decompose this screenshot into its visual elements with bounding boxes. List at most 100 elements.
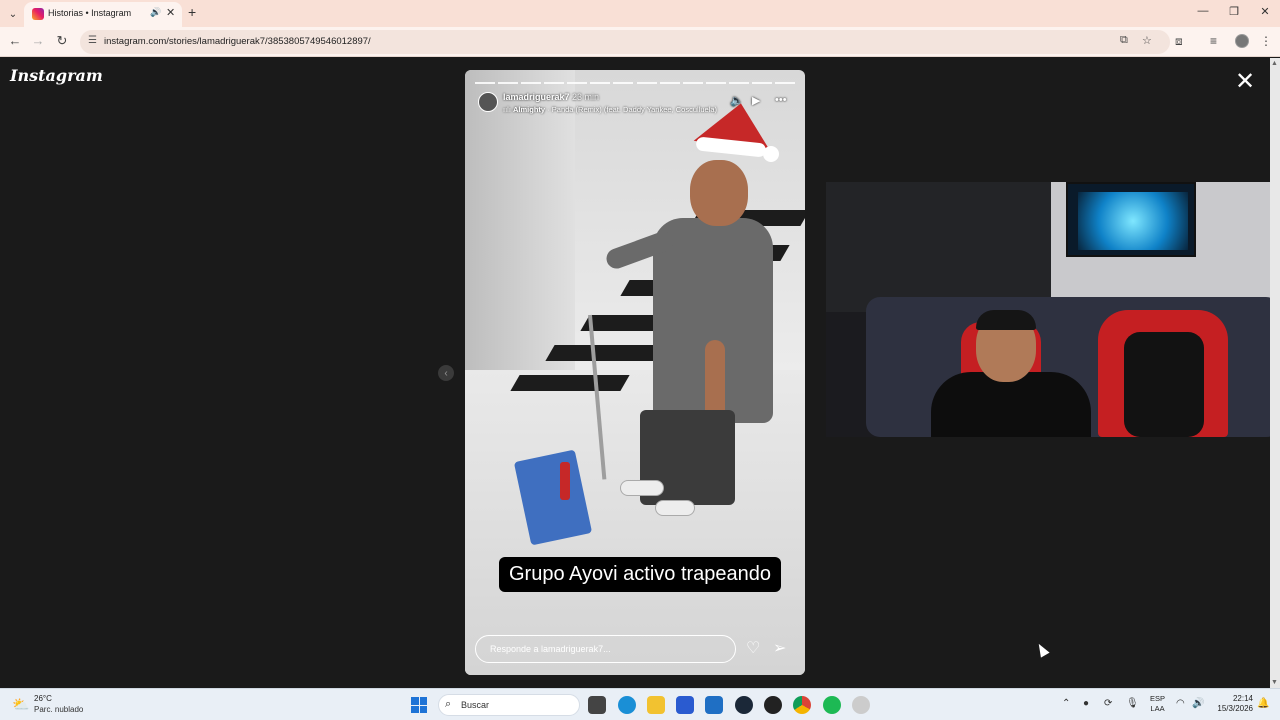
story-username[interactable]: lamadriguerak7 bbox=[503, 92, 570, 102]
music-track: · Panda (Remix) (feat. Daddy Yankee, Cos… bbox=[547, 105, 718, 114]
lang-code: ESP bbox=[1150, 694, 1166, 703]
speaker-icon[interactable]: 🔊 bbox=[150, 7, 161, 18]
bookmark-star-icon[interactable]: ☆ bbox=[1142, 34, 1152, 47]
clock-date: 15/3/2026 bbox=[1217, 704, 1253, 713]
story-progress-segment bbox=[590, 82, 611, 84]
system-clock[interactable]: 22:14 15/3/2026 bbox=[1213, 694, 1253, 714]
outlook-icon[interactable] bbox=[705, 696, 723, 714]
microphone-icon[interactable]: 🎙 bbox=[1126, 698, 1139, 709]
install-app-icon[interactable]: ⧉ bbox=[1120, 34, 1128, 47]
story-progress-segment bbox=[544, 82, 565, 84]
scroll-down-icon[interactable]: ▼ bbox=[1271, 679, 1278, 686]
story-progress-segment bbox=[567, 82, 588, 84]
story-progress-segment bbox=[498, 82, 519, 84]
heart-icon[interactable]: ♡ bbox=[746, 638, 760, 658]
edge-icon[interactable] bbox=[618, 696, 636, 714]
webcam-overlay bbox=[826, 182, 1280, 437]
tray-app-icon[interactable]: ● bbox=[1083, 698, 1089, 709]
chrome-icon[interactable] bbox=[793, 696, 811, 714]
story-progress-segment bbox=[705, 82, 726, 84]
tab-strip: ⌄ Historias • Instagram 🔊 ✕ + — ❐ ✕ bbox=[0, 0, 1280, 27]
show-hidden-icons-icon[interactable]: ⌃ bbox=[1062, 698, 1070, 709]
reply-placeholder: Responde a lamadriguerak7... bbox=[490, 644, 611, 654]
tab-title: Historias • Instagram bbox=[48, 8, 132, 18]
notification-bell-icon[interactable]: 🔔 bbox=[1257, 698, 1269, 709]
menu-kebab-icon[interactable]: ⋮ bbox=[1260, 34, 1272, 48]
story-caption: Grupo Ayovi activo trapeando bbox=[499, 557, 782, 592]
wifi-icon[interactable]: ◠ bbox=[1176, 698, 1185, 709]
tab-search-icon[interactable]: ⌄ bbox=[4, 5, 22, 23]
instagram-favicon-icon bbox=[32, 8, 44, 20]
reload-icon[interactable]: ↻ bbox=[53, 33, 71, 49]
stair-step bbox=[510, 375, 630, 391]
language-indicator[interactable]: ESP LAA bbox=[1150, 694, 1165, 714]
extensions-icon[interactable]: ⧈ bbox=[1175, 34, 1183, 49]
close-window-icon[interactable]: ✕ bbox=[1255, 5, 1275, 18]
person-shoe bbox=[655, 500, 695, 516]
file-explorer-icon[interactable] bbox=[647, 696, 665, 714]
story-progress-segment bbox=[659, 82, 680, 84]
new-tab-button[interactable]: + bbox=[188, 4, 196, 20]
forward-icon[interactable]: → bbox=[29, 33, 47, 48]
restore-icon[interactable]: ❐ bbox=[1224, 5, 1244, 18]
santa-hat-pom bbox=[763, 146, 779, 162]
story-user-avatar[interactable] bbox=[478, 92, 498, 112]
media-controls-icon[interactable]: ≡ bbox=[1210, 34, 1217, 48]
obs-icon[interactable] bbox=[764, 696, 782, 714]
page-scrollbar[interactable] bbox=[1270, 58, 1280, 688]
search-icon: ⌕ bbox=[445, 698, 452, 710]
scroll-up-icon[interactable]: ▲ bbox=[1271, 60, 1278, 67]
story-progress-segment bbox=[751, 82, 772, 84]
steam-icon[interactable] bbox=[735, 696, 753, 714]
streamer-hair bbox=[976, 310, 1036, 330]
sync-icon[interactable]: ⟳ bbox=[1104, 698, 1112, 709]
navigation-bar: ← → ↻ ☰ instagram.com/stories/lamadrigue… bbox=[0, 27, 1280, 57]
story-music[interactable]: ıılı Almighty · Panda (Remix) (feat. Dad… bbox=[503, 105, 717, 114]
story-progress-segment bbox=[774, 82, 795, 84]
gaming-chair-seat bbox=[1124, 332, 1204, 437]
task-view-icon[interactable] bbox=[588, 696, 606, 714]
story-progress-segment bbox=[636, 82, 657, 84]
minimize-icon[interactable]: — bbox=[1193, 5, 1213, 17]
story-progress-segment bbox=[475, 82, 496, 84]
search-label: Buscar bbox=[461, 700, 490, 710]
close-tab-icon[interactable]: ✕ bbox=[166, 6, 175, 19]
lang-layout: LAA bbox=[1150, 704, 1165, 713]
previous-story-icon[interactable]: ‹ bbox=[438, 365, 454, 381]
weather-temperature[interactable]: 26°C bbox=[34, 694, 52, 703]
tab-instagram[interactable]: Historias • Instagram 🔊 ✕ bbox=[24, 2, 182, 27]
story-progress-segment bbox=[682, 82, 703, 84]
address-bar[interactable]: ☰ instagram.com/stories/lamadriguerak7/3… bbox=[80, 30, 1170, 54]
weather-icon[interactable]: ⛅ bbox=[12, 696, 29, 713]
mop-clip bbox=[560, 462, 570, 500]
story-progress-segment bbox=[521, 82, 542, 84]
music-bars-icon: ıılı bbox=[503, 105, 514, 114]
start-button[interactable] bbox=[411, 697, 427, 713]
person-face bbox=[690, 160, 748, 226]
webcam-tv bbox=[1066, 182, 1196, 257]
instagram-logo[interactable]: Instagram bbox=[10, 66, 103, 85]
windows-taskbar: ⛅ 26°C Parc. nublado ⌕ Buscar ⌃ ● ⟳ 🎙 ES… bbox=[0, 688, 1280, 720]
profile-avatar[interactable] bbox=[1235, 34, 1249, 48]
spotify-icon[interactable] bbox=[823, 696, 841, 714]
weather-description[interactable]: Parc. nublado bbox=[34, 705, 83, 714]
url-text[interactable]: instagram.com/stories/lamadriguerak7/385… bbox=[104, 36, 371, 47]
store-icon[interactable] bbox=[676, 696, 694, 714]
send-icon[interactable]: ➢ bbox=[773, 638, 786, 658]
taskbar-search[interactable]: ⌕ Buscar bbox=[438, 694, 580, 716]
volume-icon[interactable]: 🔊 bbox=[1192, 698, 1204, 709]
clock-time: 22:14 bbox=[1232, 694, 1253, 703]
close-story-icon[interactable]: ✕ bbox=[1235, 70, 1255, 94]
more-options-icon[interactable]: ••• bbox=[775, 94, 787, 106]
story-viewer[interactable]: lamadriguerak7 23 min ıılı Almighty · Pa… bbox=[465, 70, 805, 675]
story-reply-input[interactable]: Responde a lamadriguerak7... bbox=[475, 635, 736, 663]
story-time: 23 min bbox=[572, 92, 600, 102]
back-icon[interactable]: ← bbox=[6, 33, 24, 48]
story-progress-segment bbox=[728, 82, 749, 84]
story-progress-segment bbox=[613, 82, 634, 84]
music-artist: Almighty bbox=[513, 105, 546, 114]
person-shoe bbox=[620, 480, 664, 496]
tv-screen bbox=[1078, 192, 1188, 250]
app-icon[interactable] bbox=[852, 696, 870, 714]
site-info-icon[interactable]: ☰ bbox=[88, 35, 97, 46]
